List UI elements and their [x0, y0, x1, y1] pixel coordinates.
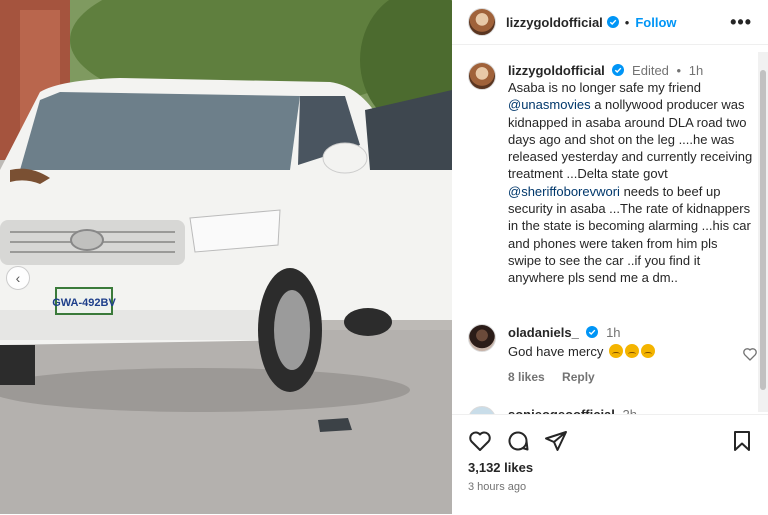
caption-edited-label: Edited: [632, 63, 669, 78]
comment-avatar[interactable]: [468, 324, 496, 352]
scrollbar[interactable]: [758, 52, 768, 412]
post-detail-panel: lizzygoldofficial • Follow ••• lizzygold…: [452, 0, 768, 514]
caption-text-part-3: needs to beef up security in asaba ...Th…: [508, 183, 751, 286]
sad-face-emoji-icon: [641, 344, 655, 358]
post-timestamp[interactable]: 3 hours ago: [468, 481, 526, 493]
mention-link[interactable]: @sheriffoborevwori: [508, 184, 620, 199]
verified-badge-icon: [606, 16, 619, 28]
post-image[interactable]: GWA-492BV ‹: [0, 0, 452, 514]
car-photo: GWA-492BV: [0, 0, 452, 514]
comment-icon[interactable]: [506, 429, 530, 453]
caption-time[interactable]: 1h: [689, 63, 703, 78]
header-username[interactable]: lizzygoldofficial: [506, 15, 603, 30]
comment-avatar[interactable]: [468, 406, 496, 414]
post-header: lizzygoldofficial • Follow •••: [452, 0, 768, 45]
caption-avatar[interactable]: [468, 62, 496, 90]
comment-item: oladaniels_ 1h God have mercy 8 likes Re…: [468, 324, 758, 384]
caption-username[interactable]: lizzygoldofficial: [508, 63, 605, 78]
comments-scroll-area[interactable]: lizzygoldofficial Edited • 1h Asaba is n…: [452, 52, 768, 414]
sad-face-emoji-icon: [609, 344, 623, 358]
post-action-bar: 3,132 likes 3 hours ago: [452, 414, 768, 515]
caption-separator: •: [676, 63, 682, 78]
like-count[interactable]: 3,132 likes: [468, 460, 533, 475]
post-caption: lizzygoldofficial Edited • 1h Asaba is n…: [468, 62, 758, 287]
mention-link[interactable]: @unasmovies: [508, 97, 591, 112]
reply-button[interactable]: Reply: [562, 370, 595, 384]
avatar[interactable]: [468, 8, 496, 36]
comment-item: sonieogeoofficial 2h: [468, 406, 758, 414]
comment-likes[interactable]: 8 likes: [508, 370, 545, 384]
sad-face-emoji-icon: [625, 344, 639, 358]
header-separator: •: [624, 14, 630, 30]
share-icon[interactable]: [544, 429, 568, 453]
comment-username[interactable]: oladaniels_: [508, 325, 579, 340]
caption-text: Asaba is no longer safe my friend @unasm…: [508, 79, 753, 287]
comment-username[interactable]: sonieogeoofficial: [508, 407, 615, 414]
verified-badge-icon: [612, 64, 625, 76]
heart-icon[interactable]: [468, 429, 492, 453]
carousel-prev-button[interactable]: ‹: [6, 266, 30, 290]
chevron-left-icon: ‹: [15, 270, 21, 286]
follow-button[interactable]: Follow: [635, 15, 676, 30]
bookmark-icon[interactable]: [730, 429, 754, 453]
comment-like-heart-icon[interactable]: [742, 346, 758, 362]
comment-text: God have mercy: [508, 344, 604, 359]
more-options-icon[interactable]: •••: [730, 12, 752, 33]
verified-badge-icon: [586, 326, 599, 338]
caption-text-part-1: Asaba is no longer safe my friend: [508, 80, 701, 95]
license-plate: GWA-492BV: [52, 297, 116, 309]
comment-time[interactable]: 2h: [623, 407, 637, 414]
scrollbar-thumb[interactable]: [760, 70, 766, 390]
comment-time[interactable]: 1h: [606, 325, 620, 340]
